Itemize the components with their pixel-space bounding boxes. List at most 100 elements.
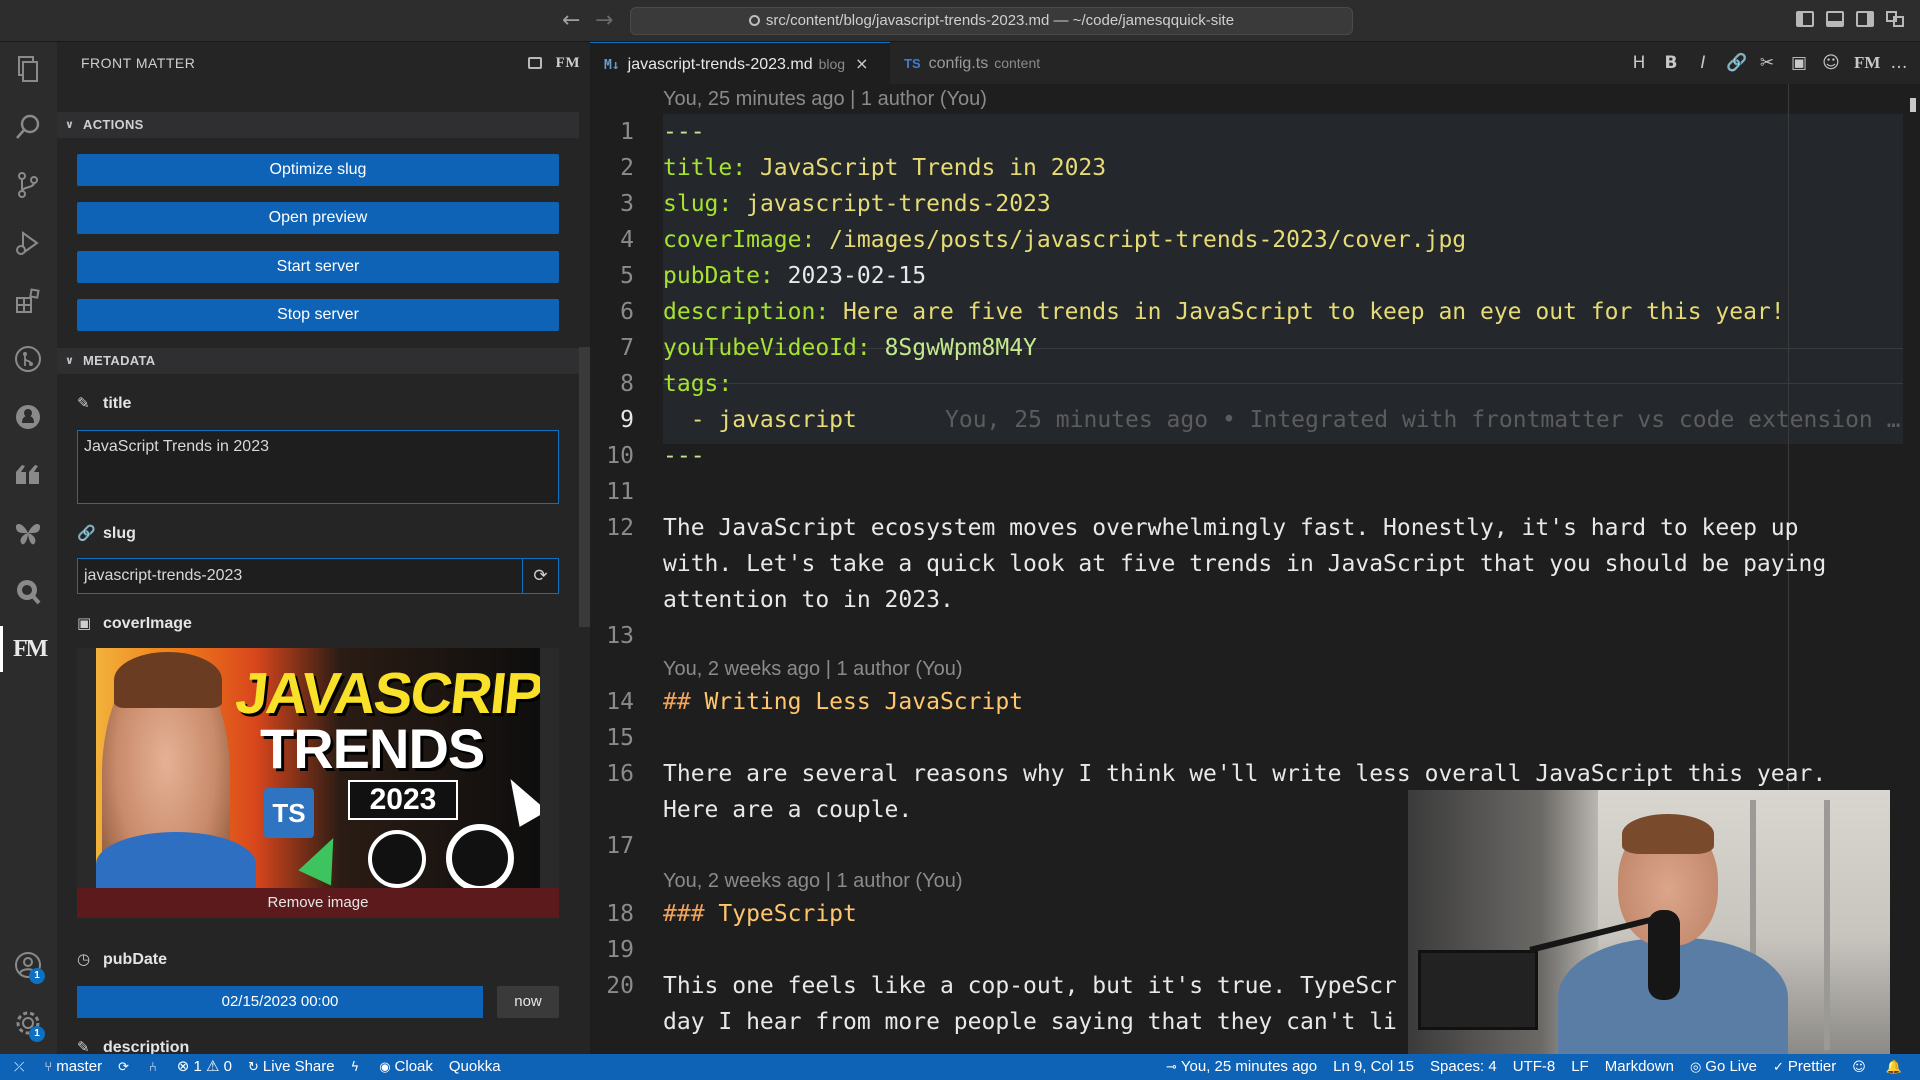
- italic-icon[interactable]: I: [1694, 53, 1712, 73]
- refresh-slug-icon[interactable]: ⟳: [522, 559, 558, 593]
- clock-icon: ◷: [77, 950, 91, 968]
- emoji-icon[interactable]: ☺: [1822, 53, 1840, 73]
- go-live-button[interactable]: ◎ Go Live: [1690, 1054, 1757, 1080]
- extensions-icon[interactable]: [13, 286, 43, 316]
- accounts-icon[interactable]: 1: [13, 950, 45, 984]
- language-mode[interactable]: Markdown: [1605, 1054, 1674, 1080]
- search-icon[interactable]: [13, 112, 43, 142]
- bold-icon[interactable]: B: [1662, 53, 1680, 73]
- slug-input[interactable]: javascript-trends-2023 ⟳: [77, 558, 559, 594]
- feedback-icon[interactable]: ☺: [1852, 1054, 1870, 1080]
- start-server-button[interactable]: Start server: [77, 251, 559, 283]
- more-actions-icon[interactable]: …: [1890, 53, 1908, 73]
- scissors-icon[interactable]: ✂: [1758, 53, 1776, 73]
- line-text: coverImage: /images/posts/javascript-tre…: [663, 227, 1467, 253]
- front-matter-icon[interactable]: FM: [1854, 53, 1880, 73]
- close-tab-icon[interactable]: ×: [855, 54, 868, 73]
- explorer-icon[interactable]: [13, 54, 43, 84]
- typescript-file-icon: TS: [904, 56, 921, 71]
- link-icon[interactable]: 🔗: [1726, 53, 1747, 73]
- tab-config-ts[interactable]: TS config.ts content: [890, 42, 1070, 84]
- toggle-secondary-sidebar-icon[interactable]: [1856, 11, 1874, 27]
- problems-status[interactable]: ⊗ 1 ⚠ 0: [177, 1054, 232, 1080]
- prettier-status[interactable]: ✓ Prettier: [1773, 1054, 1836, 1080]
- lightning-status-icon[interactable]: ϟ: [351, 1054, 364, 1080]
- toggle-primary-sidebar-icon[interactable]: [1796, 11, 1814, 27]
- line-number: 19: [606, 937, 634, 963]
- encoding[interactable]: UTF-8: [1513, 1054, 1556, 1080]
- live-share-button[interactable]: ↻ Live Share: [248, 1054, 335, 1080]
- source-control-icon[interactable]: [13, 170, 43, 200]
- heading-icon[interactable]: H: [1630, 53, 1648, 73]
- pubdate-label-text: pubDate: [103, 951, 167, 968]
- codelens-blame[interactable]: You, 2 weeks ago | 1 author (You): [663, 654, 962, 684]
- collapse-all-icon[interactable]: [527, 57, 542, 69]
- notifications-bell-icon[interactable]: 🔔: [1886, 1054, 1906, 1080]
- command-center[interactable]: src/content/blog/javascript-trends-2023.…: [630, 7, 1353, 35]
- branch-icon: ⑂: [44, 1060, 53, 1075]
- cursor-position[interactable]: Ln 9, Col 15: [1333, 1054, 1414, 1080]
- front-matter-dashboard-icon[interactable]: FM: [556, 42, 580, 84]
- metadata-section-header[interactable]: ∨ METADATA: [57, 348, 579, 374]
- sidebar-scrollbar[interactable]: [579, 347, 590, 627]
- line-text: The JavaScript ecosystem moves overwhelm…: [663, 515, 1799, 541]
- title-textarea[interactable]: JavaScript Trends in 2023: [77, 430, 559, 504]
- git-graph-icon[interactable]: [13, 344, 43, 374]
- actions-section-title: ACTIONS: [83, 117, 144, 132]
- pencil-icon: ✎: [77, 394, 90, 412]
- forward-arrow-icon[interactable]: →: [595, 8, 613, 33]
- open-preview-button[interactable]: Open preview: [77, 202, 559, 234]
- broadcast-icon: ◎: [1689, 1060, 1702, 1075]
- layout-controls: [1796, 11, 1904, 27]
- stop-server-button[interactable]: Stop server: [77, 299, 559, 331]
- accounts-badge: 1: [29, 968, 45, 984]
- customize-layout-icon[interactable]: [1886, 11, 1904, 27]
- toggle-panel-icon[interactable]: [1826, 11, 1844, 27]
- branch-status[interactable]: ⑂ master: [44, 1054, 102, 1080]
- quotes-icon[interactable]: [13, 460, 43, 490]
- markdown-toolbar: H B I 🔗 ✂ ▣ ☺ FM …: [1630, 42, 1908, 84]
- cloak-button[interactable]: ◉ Cloak: [379, 1054, 433, 1080]
- remote-indicator-icon[interactable]: ⤫: [14, 1054, 28, 1080]
- settings-gear-icon[interactable]: 1: [13, 1008, 45, 1042]
- quokka-button[interactable]: Quokka: [449, 1054, 501, 1080]
- tab-javascript-trends-md[interactable]: M↓ javascript-trends-2023.md blog ×: [590, 42, 890, 84]
- typescript-logo-icon: TS: [264, 788, 314, 838]
- back-arrow-icon[interactable]: ←: [562, 8, 580, 33]
- github-icon[interactable]: [13, 402, 43, 432]
- cover-image-preview[interactable]: JAVASCRIPT TRENDS TS 2023 Remove image: [77, 648, 559, 918]
- metadata-section-title: METADATA: [83, 353, 156, 368]
- lightning-icon: [298, 830, 350, 886]
- run-debug-icon[interactable]: [13, 228, 43, 258]
- optimize-slug-button[interactable]: Optimize slug: [77, 154, 559, 186]
- pubdate-field-label: ◷ pubDate: [77, 950, 167, 969]
- tab-label: javascript-trends-2023.md: [627, 56, 813, 73]
- now-button[interactable]: now: [497, 986, 559, 1018]
- title-label-text: title: [103, 395, 132, 412]
- codelens-blame[interactable]: You, 25 minutes ago | 1 author (You): [663, 84, 987, 114]
- code-line: 14 ## Writing Less JavaScript: [590, 684, 1920, 720]
- actions-section-header[interactable]: ∨ ACTIONS: [57, 112, 579, 138]
- front-matter-icon[interactable]: FM: [0, 626, 48, 672]
- line-number: 7: [620, 335, 634, 361]
- code-line: 6 description: Here are five trends in Ja…: [590, 294, 1920, 330]
- pubdate-picker[interactable]: 02/15/2023 00:00: [77, 986, 483, 1018]
- editor-scrollbar[interactable]: [1906, 84, 1920, 1054]
- git-commit-icon: ⊸: [1165, 1060, 1177, 1075]
- codelens-blame[interactable]: You, 2 weeks ago | 1 author (You): [663, 866, 962, 896]
- end-of-line[interactable]: LF: [1571, 1054, 1589, 1080]
- image-icon[interactable]: ▣: [1790, 53, 1808, 73]
- blame-text: You, 25 minutes ago: [1180, 1058, 1318, 1075]
- line-text: day I hear from more people saying that …: [663, 1009, 1397, 1035]
- git-blame-status[interactable]: ⊸ You, 25 minutes ago: [1166, 1054, 1317, 1080]
- indentation[interactable]: Spaces: 4: [1430, 1054, 1497, 1080]
- cover-label-text: coverImage: [103, 615, 192, 632]
- remove-image-button[interactable]: Remove image: [77, 888, 559, 918]
- butterfly-icon[interactable]: [13, 518, 43, 548]
- cloak-label: Cloak: [394, 1058, 433, 1075]
- sync-icon[interactable]: ⟳: [118, 1054, 133, 1080]
- line-number: 17: [606, 833, 634, 859]
- git-graph-status-icon[interactable]: ⑃: [149, 1054, 161, 1080]
- presenter-hair: [1622, 814, 1714, 854]
- quokka-icon[interactable]: [13, 576, 43, 606]
